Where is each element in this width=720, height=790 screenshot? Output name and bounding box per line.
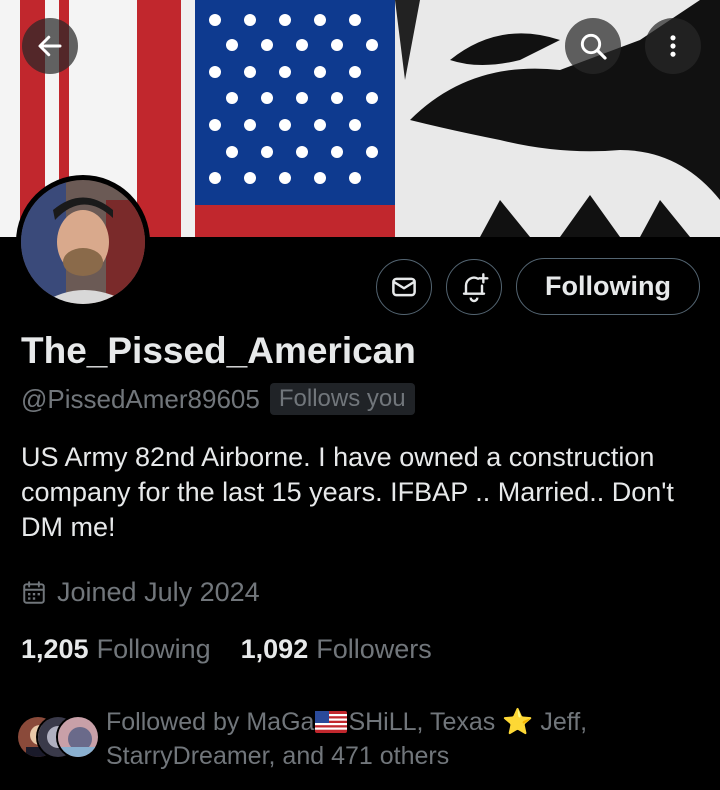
followed-by-text: Followed by MaGa SHiLL, Texas ⭐ Jeff, St… — [106, 705, 706, 773]
profile-avatar[interactable] — [16, 175, 150, 309]
following-stat[interactable]: 1,205 Following — [21, 634, 211, 665]
followed-by-others: StarryDreamer, and 471 others — [106, 742, 450, 770]
joined-row: Joined July 2024 — [21, 577, 260, 608]
search-icon — [580, 33, 607, 60]
user-handle: @PissedAmer89605 — [21, 383, 260, 414]
message-button[interactable] — [376, 259, 432, 315]
followed-by-names-2: Jeff, — [533, 708, 588, 736]
calendar-icon — [23, 580, 45, 604]
followed-by-prefix: Followed by MaGa — [106, 708, 315, 736]
notify-button[interactable] — [446, 259, 502, 315]
back-button[interactable] — [22, 18, 78, 74]
more-vertical-icon — [670, 35, 676, 57]
followers-label: Followers — [316, 634, 432, 664]
star-icon: ⭐ — [502, 708, 534, 736]
following-button[interactable]: Following — [516, 258, 700, 315]
search-button[interactable] — [565, 18, 621, 74]
avatar-image — [21, 180, 145, 304]
handle-row: @PissedAmer89605 Follows you — [21, 383, 415, 415]
envelope-icon — [392, 277, 416, 297]
mutual-avatars — [16, 715, 100, 763]
arrow-left-icon — [38, 35, 62, 57]
mutual-avatar — [56, 715, 100, 759]
followed-by-names: SHiLL, Texas — [348, 708, 503, 736]
followed-by-row[interactable]: Followed by MaGa SHiLL, Texas ⭐ Jeff, St… — [16, 705, 706, 773]
bell-plus-icon — [462, 273, 489, 303]
profile-bio: US Army 82nd Airborne. I have owned a co… — [21, 442, 674, 542]
follow-stats: 1,205 Following 1,092 Followers — [21, 634, 432, 665]
us-flag-icon — [315, 711, 348, 733]
followers-stat[interactable]: 1,092 Followers — [241, 634, 432, 665]
follows-you-badge: Follows you — [269, 383, 415, 415]
following-count: 1,205 — [21, 634, 89, 664]
display-name: The_Pissed_American — [21, 330, 416, 371]
following-label: Following — [96, 634, 211, 664]
more-options-button[interactable] — [645, 18, 701, 74]
followers-count: 1,092 — [240, 634, 309, 664]
joined-date: Joined July 2024 — [57, 577, 260, 607]
